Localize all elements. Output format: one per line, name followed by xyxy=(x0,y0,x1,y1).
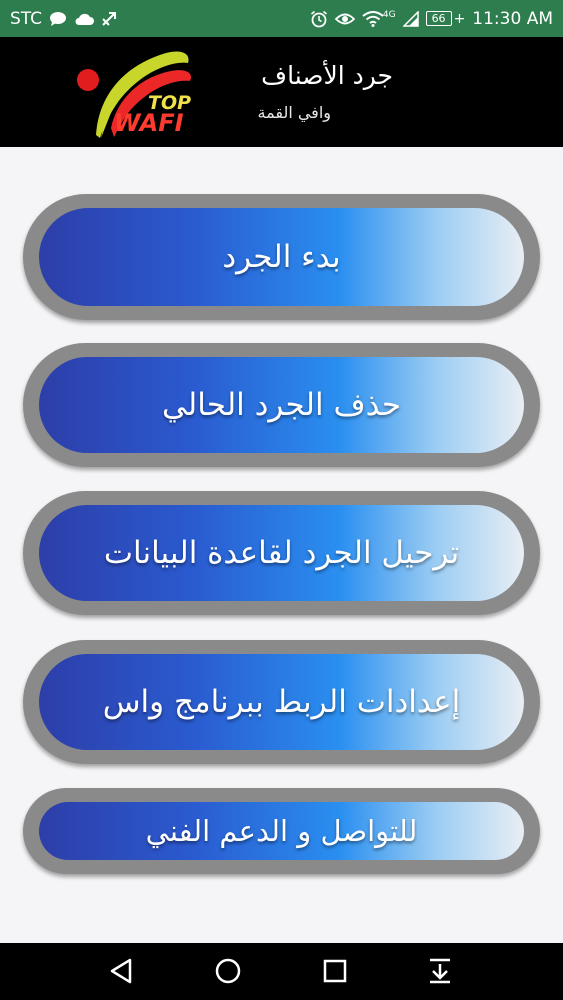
status-bar-left: STC xyxy=(10,9,117,29)
menu-item-frame: إعدادات الربط ببرنامج واس xyxy=(23,640,540,764)
navigation-bar xyxy=(0,943,563,1000)
carrier-name: STC xyxy=(10,8,43,29)
main-menu: بدء الجرد حذف الجرد الحالي ترحيل الجرد ل… xyxy=(0,147,563,943)
page-subtitle: وافي القمة xyxy=(257,103,331,122)
notification-pull-icon[interactable] xyxy=(427,957,453,985)
start-inventory-button[interactable]: بدء الجرد xyxy=(39,208,524,306)
back-icon[interactable] xyxy=(108,957,134,985)
logo-text-bottom: WAFI xyxy=(114,109,184,137)
status-bar-right: 4G 66 + 11:30 AM xyxy=(310,9,553,29)
contact-support-button[interactable]: للتواصل و الدعم الفني xyxy=(39,802,524,860)
network-type: 4G xyxy=(382,9,396,20)
status-bar: STC 4G 66 + 11:30 AM xyxy=(0,0,563,37)
app-logo: TOP WAFI xyxy=(77,51,191,138)
home-icon[interactable] xyxy=(214,957,242,985)
post-inventory-to-database-button[interactable]: ترحيل الجرد لقاعدة البيانات xyxy=(39,505,524,601)
alarm-icon xyxy=(310,10,328,28)
delete-current-inventory-button[interactable]: حذف الجرد الحالي xyxy=(39,357,524,453)
battery-level: 66 xyxy=(431,12,446,25)
menu-item-frame: للتواصل و الدعم الفني xyxy=(23,788,540,874)
chat-bubble-icon xyxy=(49,11,67,27)
app-header: TOP WAFI جرد الأصناف وافي القمة xyxy=(0,37,563,147)
battery-icon: 66 xyxy=(425,11,452,26)
signal-icon xyxy=(402,10,419,27)
charging-plus: + xyxy=(453,10,466,27)
wifi-icon xyxy=(362,10,384,27)
was-connection-settings-button[interactable]: إعدادات الربط ببرنامج واس xyxy=(39,654,524,750)
menu-item-frame: ترحيل الجرد لقاعدة البيانات xyxy=(23,491,540,615)
network-arrow-icon xyxy=(101,11,117,27)
menu-item-frame: بدء الجرد xyxy=(23,194,540,320)
page-title: جرد الأصناف xyxy=(261,61,393,90)
eye-icon xyxy=(334,12,355,26)
recents-icon[interactable] xyxy=(322,958,348,984)
cloud-icon xyxy=(74,12,95,26)
menu-item-frame: حذف الجرد الحالي xyxy=(23,343,540,467)
clock-time: 11:30 AM xyxy=(472,8,553,29)
